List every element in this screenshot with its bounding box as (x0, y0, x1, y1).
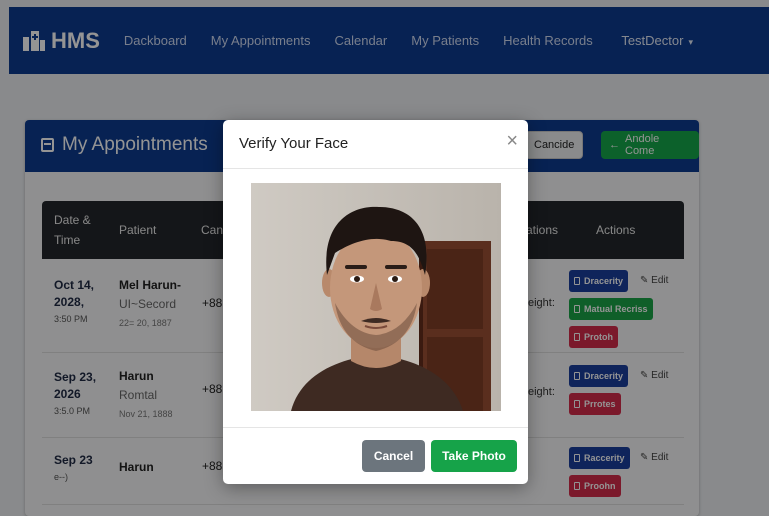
modal-header: Verify Your Face × (223, 120, 528, 169)
close-icon[interactable]: × (506, 131, 518, 151)
camera-preview-image (251, 183, 501, 411)
verify-face-modal: Verify Your Face × Cancel Take Photo (223, 120, 528, 484)
modal-footer: Cancel Take Photo (223, 428, 528, 484)
cancel-button[interactable]: Cancel (362, 440, 425, 472)
take-photo-button[interactable]: Take Photo (431, 440, 517, 472)
modal-title: Verify Your Face (239, 135, 349, 152)
modal-body (223, 169, 528, 428)
